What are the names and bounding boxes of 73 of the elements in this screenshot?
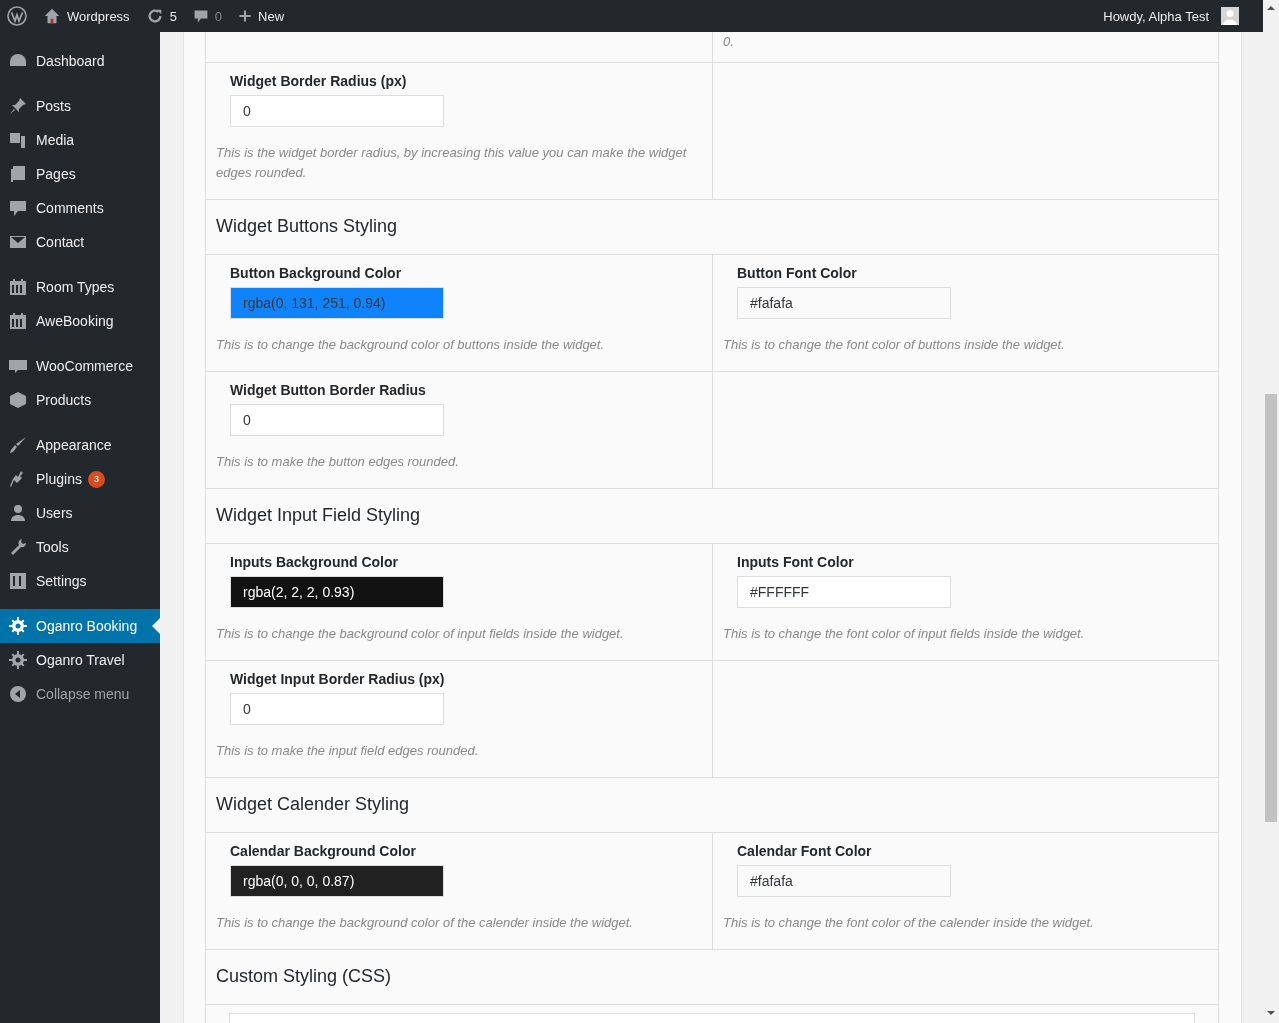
- speech-bubble-icon: [192, 8, 209, 24]
- menu-item[interactable]: Pages: [0, 157, 160, 191]
- field-label: Widget Input Border Radius (px): [230, 671, 446, 687]
- input-field[interactable]: #FFFFFF: [737, 576, 951, 608]
- field-label: Button Background Color: [230, 265, 403, 281]
- field-description: This is to change the font color of the calender inside the widget.: [723, 914, 1095, 932]
- menu-item[interactable]: Oganro Travel: [0, 643, 160, 677]
- menu-item[interactable]: Tools: [0, 530, 160, 564]
- user-icon: [8, 503, 28, 523]
- field-label: Inputs Font Color: [737, 554, 855, 570]
- field-label: Button Font Color: [737, 265, 858, 281]
- pages-icon: [8, 164, 28, 184]
- field-label: Widget Button Border Radius: [230, 382, 427, 398]
- menu-item[interactable]: Contact: [0, 225, 160, 259]
- calendar-icon: [8, 311, 28, 331]
- pushpin-icon: [8, 96, 28, 116]
- gear-icon: [8, 616, 28, 636]
- update-count-badge: 3: [87, 470, 105, 488]
- collapse-menu-button[interactable]: Collapse menu: [0, 677, 160, 711]
- gear-icon: [8, 650, 28, 670]
- field-description: This is to change the font color of buttons inside the widget.: [723, 336, 1066, 354]
- field-description: This is to make the input field edges rounded.: [216, 742, 480, 760]
- menu-item[interactable]: Media: [0, 123, 160, 157]
- media-icon: [8, 130, 28, 150]
- menu-item[interactable]: Products: [0, 383, 160, 417]
- menu-item[interactable]: WooCommerce: [0, 349, 160, 383]
- input-field[interactable]: rgba(2, 2, 2, 0.93): [230, 576, 444, 608]
- menu-item[interactable]: Settings: [0, 564, 160, 598]
- wordpress-logo-icon[interactable]: [7, 6, 27, 26]
- field-description: This is to make the button edges rounded.: [216, 453, 460, 471]
- field-label: Calendar Background Color: [230, 843, 417, 859]
- field-description: This is to change the font color of input fields inside the widget.: [723, 625, 1086, 643]
- plus-icon: [238, 9, 253, 23]
- menu-item[interactable]: Plugins 3: [0, 462, 160, 496]
- section-heading: Widget Input Field Styling: [206, 489, 1218, 544]
- home-icon: [43, 7, 61, 25]
- field-label: Calendar Font Color: [737, 843, 873, 859]
- menu-item[interactable]: Appearance: [0, 428, 160, 462]
- menu-item[interactable]: Room Types: [0, 270, 160, 304]
- menu-item[interactable]: Dashboard: [0, 44, 160, 78]
- field-label: Inputs Background Color: [230, 554, 399, 570]
- menu-item[interactable]: Oganro Booking: [0, 609, 160, 643]
- sliders-icon: [8, 571, 28, 591]
- refresh-icon: [145, 7, 164, 25]
- updates-link[interactable]: 5: [145, 7, 177, 25]
- section-heading: Widget Buttons Styling: [206, 200, 1218, 255]
- field-description: 0.: [723, 34, 734, 49]
- field-label: Widget Border Radius (px): [230, 73, 408, 89]
- input-field[interactable]: 0: [230, 693, 444, 725]
- input-field[interactable]: 0: [230, 95, 444, 127]
- section-heading: Widget Calender Styling: [206, 778, 1218, 833]
- input-field[interactable]: rgba(0, 0, 0, 0.87): [230, 865, 444, 897]
- site-name-link[interactable]: Wordpress: [43, 7, 130, 25]
- input-field[interactable]: #fafafa: [737, 287, 951, 319]
- speech-bubble-icon: [8, 198, 28, 218]
- field-description: This is to change the background color of input fields inside the widget.: [216, 625, 625, 643]
- field-description: This is to change the background color of the calender inside the widget.: [216, 914, 634, 932]
- paintbrush-icon: [8, 435, 28, 455]
- menu-item[interactable]: Posts: [0, 89, 160, 123]
- field-description: This is the widget border radius, by increasing this value you can make the widget edges rounded.: [216, 144, 688, 182]
- input-field[interactable]: 0: [230, 404, 444, 436]
- comments-link[interactable]: 0: [192, 8, 223, 24]
- section-heading: Custom Styling (CSS): [206, 950, 1218, 1005]
- account-link[interactable]: Howdy, Alpha Test: [1103, 7, 1239, 25]
- menu-item[interactable]: Users: [0, 496, 160, 530]
- menu-item[interactable]: Comments: [0, 191, 160, 225]
- menu-item[interactable]: AweBooking: [0, 304, 160, 338]
- new-link[interactable]: New: [238, 8, 285, 24]
- avatar-icon: [1221, 7, 1239, 25]
- input-field[interactable]: #fafafa: [737, 865, 951, 897]
- calendar-icon: [8, 277, 28, 297]
- box-icon: [8, 390, 28, 410]
- field-description: This is to change the background color of buttons inside the widget.: [216, 336, 606, 354]
